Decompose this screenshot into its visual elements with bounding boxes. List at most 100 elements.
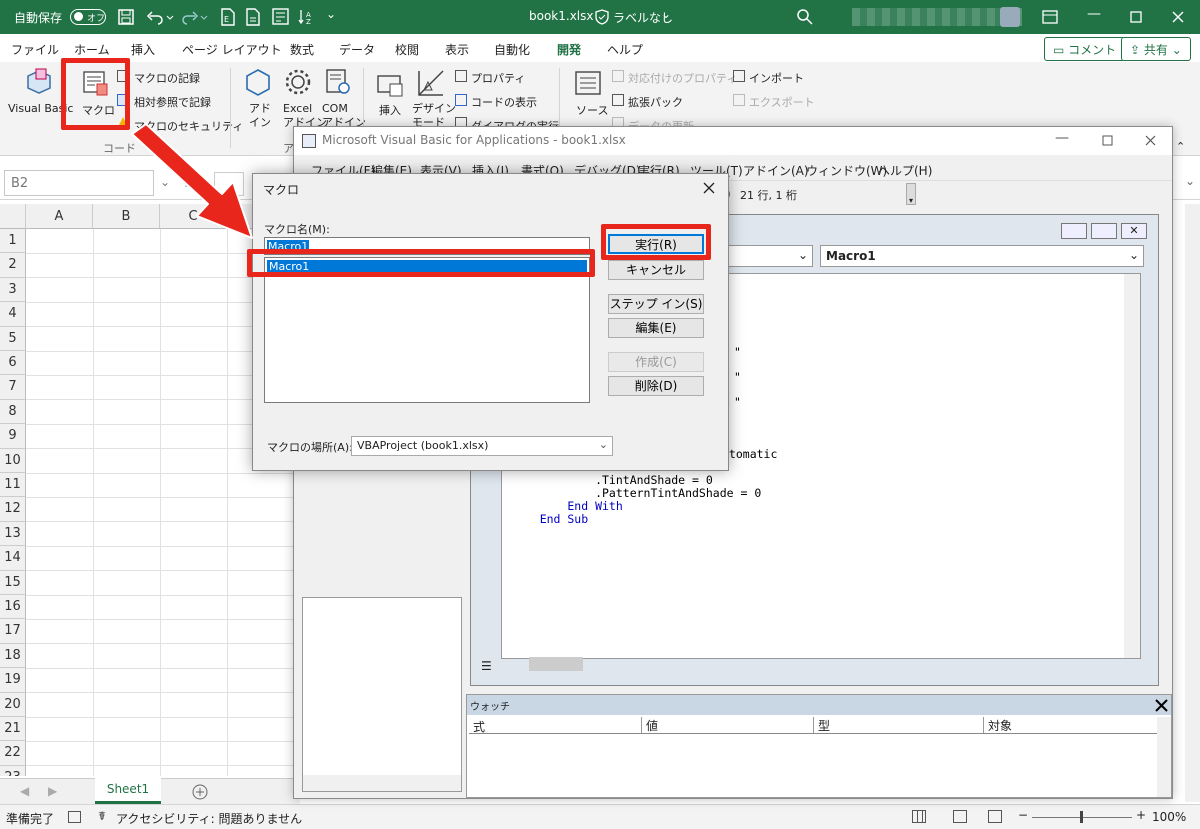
row-header[interactable]: 2 bbox=[0, 253, 26, 278]
zoom-out-icon[interactable]: − bbox=[1018, 808, 1028, 822]
avatar[interactable] bbox=[1000, 7, 1020, 27]
map-properties-button[interactable]: 対応付けのプロパティ bbox=[628, 70, 737, 86]
zoom-slider-thumb[interactable] bbox=[1080, 811, 1083, 823]
row-header[interactable]: 10 bbox=[0, 448, 26, 473]
procedure-view-icon[interactable]: ☰ bbox=[481, 659, 503, 675]
collapse-ribbon-icon[interactable]: ⌃ bbox=[1176, 140, 1185, 153]
row-header[interactable]: 15 bbox=[0, 570, 26, 595]
tab-data[interactable]: データ bbox=[339, 41, 375, 58]
row-header[interactable]: 13 bbox=[0, 521, 26, 547]
formula-fx-box[interactable] bbox=[214, 172, 244, 196]
watch-col-value[interactable]: 値 bbox=[641, 717, 658, 733]
tab-help[interactable]: ヘルプ bbox=[607, 41, 643, 58]
watch-col-expression[interactable]: 式 bbox=[473, 718, 485, 735]
close-icon[interactable] bbox=[1172, 11, 1184, 23]
step-into-button[interactable]: ステップ イン(S) bbox=[608, 294, 704, 314]
vertical-scrollbar[interactable] bbox=[1185, 204, 1200, 802]
new-file-icon[interactable]: E bbox=[220, 8, 236, 26]
open-file-icon[interactable] bbox=[245, 8, 261, 26]
vba-menu-addins[interactable]: アドイン(A) bbox=[743, 162, 809, 179]
expansion-pack-button[interactable]: 拡張パック bbox=[628, 94, 683, 110]
row-header[interactable]: 16 bbox=[0, 595, 26, 620]
row-header[interactable]: 12 bbox=[0, 497, 26, 522]
row-header[interactable]: 9 bbox=[0, 424, 26, 449]
insert-control-button[interactable]: 挿入 bbox=[379, 102, 401, 118]
relative-reference-button[interactable]: 相対参照で記録 bbox=[134, 94, 211, 110]
add-sheet-icon[interactable] bbox=[192, 784, 208, 800]
macro-record-status-icon[interactable] bbox=[68, 811, 81, 823]
row-header[interactable]: 7 bbox=[0, 375, 26, 400]
row-header[interactable]: 5 bbox=[0, 326, 26, 351]
row-header[interactable]: 11 bbox=[0, 473, 26, 498]
row-header[interactable]: 20 bbox=[0, 692, 26, 717]
name-box[interactable]: B2 bbox=[4, 170, 154, 196]
vba-menu-window[interactable]: ウィンドウ(W) bbox=[806, 162, 887, 179]
tab-insert[interactable]: 挿入 bbox=[131, 41, 155, 58]
row-header[interactable]: 1 bbox=[0, 229, 26, 254]
expand-formula-icon[interactable]: ⌄ bbox=[1185, 174, 1195, 188]
macro-security-button[interactable]: マクロのセキュリティ bbox=[134, 118, 243, 134]
toolbar-overflow-icon[interactable]: ▾ bbox=[906, 183, 916, 205]
code-restore-icon[interactable] bbox=[1091, 223, 1117, 239]
maximize-icon[interactable] bbox=[1102, 135, 1113, 146]
form-icon[interactable] bbox=[272, 8, 290, 26]
properties-pane[interactable] bbox=[302, 597, 462, 792]
watch-scrollbar[interactable] bbox=[1157, 717, 1171, 797]
tab-developer[interactable]: 開発 bbox=[554, 41, 584, 65]
row-header[interactable]: 14 bbox=[0, 546, 26, 571]
tab-automate[interactable]: 自動化 bbox=[494, 41, 530, 58]
close-icon[interactable] bbox=[703, 182, 715, 194]
properties-button[interactable]: プロパティ bbox=[471, 70, 525, 86]
watch-col-context[interactable]: 対象 bbox=[983, 717, 1012, 733]
undo-icon[interactable] bbox=[146, 9, 174, 25]
page-layout-view-icon[interactable] bbox=[953, 810, 967, 823]
row-header[interactable]: 3 bbox=[0, 277, 26, 303]
watch-col-type[interactable]: 型 bbox=[813, 717, 830, 733]
redo-icon[interactable] bbox=[181, 9, 209, 25]
zoom-in-icon[interactable]: + bbox=[1136, 808, 1146, 822]
code-horizontal-scrollbar[interactable] bbox=[529, 657, 583, 671]
row-header[interactable]: 6 bbox=[0, 351, 26, 376]
close-icon[interactable] bbox=[1145, 135, 1156, 146]
cancel-button[interactable]: キャンセル bbox=[608, 260, 704, 280]
chevron-down-icon[interactable]: ⌄ bbox=[160, 175, 170, 189]
addin-button[interactable]: アド イン bbox=[249, 102, 271, 130]
row-header[interactable]: 23 bbox=[0, 765, 26, 776]
prev-sheet-icon[interactable]: ◀ bbox=[20, 784, 29, 798]
vba-menu-help[interactable]: ヘルプ(H) bbox=[878, 162, 932, 179]
code-minimize-icon[interactable] bbox=[1061, 223, 1087, 239]
row-header[interactable]: 4 bbox=[0, 302, 26, 327]
customize-qat-icon[interactable]: ⌄ bbox=[326, 7, 336, 21]
close-icon[interactable] bbox=[1155, 699, 1168, 712]
autosave-toggle[interactable]: オフ bbox=[70, 9, 106, 25]
select-all-corner[interactable] bbox=[0, 204, 26, 229]
row-header[interactable]: 22 bbox=[0, 741, 26, 766]
ribbon-display-icon[interactable] bbox=[1042, 10, 1058, 24]
export-button[interactable]: エクスポート bbox=[749, 94, 815, 110]
delete-button[interactable]: 削除(D) bbox=[608, 376, 704, 396]
sheet-tab[interactable]: Sheet1 bbox=[95, 778, 161, 804]
row-header[interactable]: 18 bbox=[0, 643, 26, 669]
row-header[interactable]: 8 bbox=[0, 399, 26, 425]
edit-button[interactable]: 編集(E) bbox=[608, 318, 704, 338]
save-icon[interactable] bbox=[118, 9, 134, 25]
share-button[interactable]: ⇪ 共有 ⌄ bbox=[1121, 37, 1191, 61]
comment-button[interactable]: ▭ コメント bbox=[1044, 37, 1126, 61]
maximize-icon[interactable] bbox=[1130, 11, 1142, 23]
column-header[interactable]: C bbox=[160, 204, 227, 229]
minimize-icon[interactable]: — bbox=[1087, 6, 1101, 22]
tab-home[interactable]: ホーム bbox=[74, 41, 110, 58]
code-vertical-scrollbar[interactable] bbox=[1124, 274, 1140, 658]
macro-list[interactable]: Macro1 bbox=[264, 257, 590, 403]
record-macro-button[interactable]: マクロの記録 bbox=[134, 70, 200, 86]
zoom-level[interactable]: 100% bbox=[1152, 810, 1186, 824]
sort-icon[interactable]: AZ bbox=[298, 8, 316, 26]
page-break-view-icon[interactable] bbox=[988, 810, 1002, 823]
tab-review[interactable]: 校閲 bbox=[395, 41, 419, 58]
procedure-combo[interactable]: Macro1 ⌄ bbox=[820, 245, 1144, 267]
view-code-button[interactable]: コードの表示 bbox=[471, 94, 537, 110]
column-header[interactable]: A bbox=[26, 204, 93, 229]
import-button[interactable]: インポート bbox=[749, 70, 804, 86]
source-button[interactable]: ソース bbox=[576, 102, 608, 118]
minimize-icon[interactable]: — bbox=[1055, 130, 1069, 146]
